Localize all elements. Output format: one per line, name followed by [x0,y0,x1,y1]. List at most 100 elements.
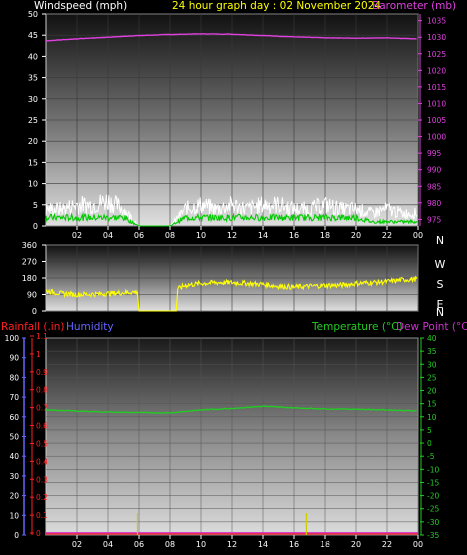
barometer-axis: 975 980 985 990 995 1000 1005 1010 1015 1020 1025 1… [418,14,446,226]
humidity-tick-label: 10 [9,511,19,520]
x-tick-label: 02 [72,231,82,240]
windspeed-tick-label: 50 [28,10,38,19]
x-tick-label: 06 [134,231,144,240]
temp-x-axis: 02 04 06 08 10 12 14 16 18 20 22 00 [72,535,423,549]
x-tick-label: 14 [258,540,268,549]
x-tick-label: 00 [413,540,423,549]
x-tick-label: 14 [258,231,268,240]
x-tick-label: 20 [351,231,361,240]
rainfall-tick-label: 0.8 [36,386,48,395]
direction-tick-label: 0 [32,307,37,316]
humidity-tick-label: 40 [9,452,19,461]
windspeed-tick-label: 45 [28,31,38,40]
compass-letters: NWSEN [435,234,446,319]
temperature-tick-label: -5 [427,452,435,461]
barometer-tick-label: 995 [427,149,442,158]
temperature-tick-label: 20 [427,387,437,396]
compass-letter: S [437,278,444,291]
wind-baro-x-axis: 02 04 06 08 10 12 14 16 18 20 22 00 [72,226,423,240]
direction-tick-label: 360 [22,241,37,250]
rainfall-tick-label: 1.1 [36,332,48,341]
windspeed-tick-label: 20 [28,137,38,146]
x-tick-label: 02 [72,540,82,549]
rainfall-tick-label: 0.9 [36,368,48,377]
x-tick-label: 10 [196,231,206,240]
humidity-tick-label: 60 [9,413,19,422]
barometer-tick-label: 1020 [427,66,446,75]
rainfall-axis-title: Rainfall (.in) [1,321,64,333]
barometer-tick-label: 1005 [427,116,446,125]
x-tick-label: 16 [289,231,299,240]
windspeed-tick-label: 15 [28,158,38,167]
x-tick-label: 12 [227,540,237,549]
direction-tick-label: 180 [22,274,37,283]
barometer-axis-title: Barometer (mb) [372,0,456,12]
humidity-tick-label: 90 [9,354,19,363]
rainfall-tick-label: 1 [36,350,41,359]
rainfall-tick-label: 0.1 [36,511,48,520]
windspeed-tick-label: 35 [28,74,38,83]
barometer-tick-label: 985 [427,182,442,191]
barometer-tick-label: 1030 [427,33,446,42]
temperature-tick-label: 5 [427,426,432,435]
windspeed-tick-label: 10 [28,180,38,189]
rainfall-tick-label: 0.3 [36,475,48,484]
humidity-tick-label: 20 [9,492,19,501]
x-tick-label: 06 [134,540,144,549]
x-tick-label: 22 [382,231,392,240]
temperature-axis-title: Temperature (°C) [311,321,403,333]
barometer-tick-label: 1015 [427,83,446,92]
x-tick-label: 18 [320,231,330,240]
barometer-tick-label: 990 [427,166,442,175]
temperature-tick-label: 0 [427,439,432,448]
barometer-tick-label: 1025 [427,50,446,59]
x-tick-label: 00 [413,231,423,240]
rainfall-tick-label: 0.7 [36,404,48,413]
x-tick-label: 08 [165,231,175,240]
compass-letter: N [436,234,444,247]
x-tick-label: 16 [289,540,299,549]
compass-letter: W [435,258,446,271]
rainfall-axis: 0 0.1 0.2 0.3 0.4 0.5 0.6 0.7 0.8 0.9 1 1.1 [30,332,48,538]
humidity-tick-label: 70 [9,393,19,402]
rainfall-tick-label: 0.5 [36,439,48,448]
direction-tick-label: 90 [27,291,37,300]
barometer-tick-label: 980 [427,199,442,208]
temperature-tick-label: 15 [427,400,437,409]
dewpoint-axis-title: Dew Point (°C) [396,321,467,333]
temperature-axis: -35 -30 -25 -20 -15 -10 -5 0 5 10 15 20 25 30 35 40 [420,334,439,540]
humidity-tick-label: 50 [9,433,19,442]
humidity-axis-title: Humidity [66,321,114,333]
temperature-tick-label: 10 [427,413,437,422]
temperature-tick-label: -20 [427,492,439,501]
humidity-tick-label: 100 [5,334,20,343]
humidity-tick-label: 80 [9,373,19,382]
temperature-tick-label: 40 [427,334,437,343]
rainfall-tick-label: 0 [36,529,41,538]
temperature-tick-label: -35 [427,531,439,540]
windspeed-tick-label: 25 [28,116,38,125]
x-tick-label: 08 [165,540,175,549]
windspeed-tick-label: 40 [28,52,38,61]
sunset-label: Sun Set [307,539,340,549]
weather-graph: Windspeed (mph) 24 hour graph day : 02 N… [1,0,467,549]
windspeed-axis: 0 5 10 15 20 25 30 35 40 45 50 [28,10,46,231]
rainfall-tick-label: 0.4 [36,457,48,466]
x-tick-label: 20 [351,540,361,549]
x-tick-label: 10 [196,540,206,549]
barometer-tick-label: 1010 [427,99,446,108]
temperature-tick-label: 25 [427,373,437,382]
compass-letter: N [436,306,444,319]
x-tick-label: 04 [103,540,113,549]
windspeed-tick-label: 0 [33,222,38,231]
rainfall-tick-label: 0.2 [36,493,48,502]
temperature-tick-label: -10 [427,465,439,474]
direction-tick-label: 270 [22,258,37,267]
temperature-tick-label: -15 [427,478,439,487]
direction-axis: 0 90 180 270 360 [22,241,46,316]
barometer-tick-label: 1035 [427,17,446,26]
temperature-tick-label: -25 [427,505,439,514]
temperature-tick-label: 30 [427,360,437,369]
rainfall-tick-label: 0.6 [36,422,48,431]
windspeed-tick-label: 30 [28,95,38,104]
